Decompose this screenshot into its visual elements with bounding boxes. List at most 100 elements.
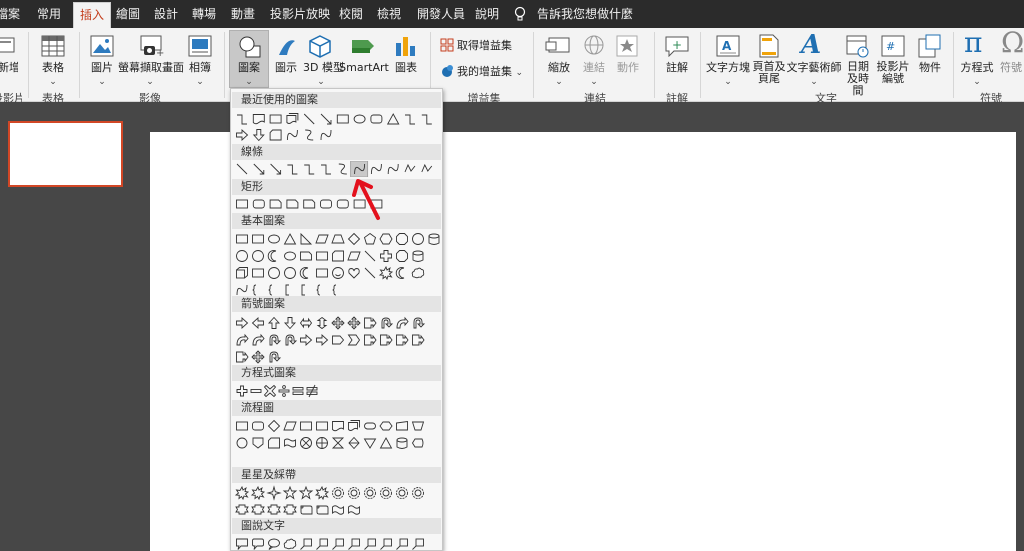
callarrow-shape[interactable] bbox=[380, 334, 393, 346]
get-addins-button[interactable]: 取得增益集 bbox=[457, 39, 512, 52]
lineCall-shape[interactable] bbox=[332, 538, 344, 550]
prep-shape[interactable] bbox=[379, 421, 393, 431]
card-shape[interactable] bbox=[268, 437, 280, 449]
rtri-shape[interactable] bbox=[300, 232, 313, 245]
star4-shape[interactable] bbox=[266, 485, 282, 501]
scroll-shape[interactable] bbox=[316, 505, 329, 515]
seal-shape[interactable] bbox=[332, 487, 344, 499]
cube-shape[interactable] bbox=[236, 267, 248, 279]
card-shape[interactable] bbox=[269, 129, 282, 141]
lineCall-shape[interactable] bbox=[316, 538, 328, 550]
arrR-shape[interactable] bbox=[236, 316, 249, 330]
lineCall-shape[interactable] bbox=[412, 538, 424, 550]
rrect-shape[interactable] bbox=[370, 114, 383, 124]
table-button[interactable]: 表格 ⌄ bbox=[36, 61, 70, 89]
rrect-shape[interactable] bbox=[252, 421, 264, 431]
smartart-button[interactable]: SmartArt bbox=[338, 61, 390, 74]
oct-shape[interactable] bbox=[396, 250, 408, 262]
pictures-button[interactable]: 圖片 ⌄ bbox=[84, 61, 120, 89]
header-footer-button[interactable]: 頁首及頁尾 bbox=[752, 61, 786, 85]
tab-insert[interactable]: 插入 bbox=[73, 2, 112, 28]
manual-shape[interactable] bbox=[396, 420, 408, 431]
action-button[interactable]: 動作 bbox=[612, 61, 644, 74]
curve-shape[interactable] bbox=[387, 163, 399, 175]
arrUD-shape[interactable] bbox=[316, 316, 328, 330]
snip-shape[interactable] bbox=[303, 199, 316, 209]
doc-shape[interactable] bbox=[252, 114, 265, 125]
elbow-shape[interactable] bbox=[237, 114, 247, 125]
link-button[interactable]: 連結 ⌄ bbox=[580, 61, 608, 89]
rect-shape[interactable] bbox=[252, 268, 264, 278]
rect-shape[interactable] bbox=[236, 421, 248, 431]
tab-home[interactable]: 常用 bbox=[37, 0, 61, 28]
rect-shape[interactable] bbox=[300, 421, 312, 431]
diamond-shape[interactable] bbox=[347, 232, 361, 246]
mop-shape[interactable] bbox=[411, 421, 425, 431]
rect-shape[interactable] bbox=[236, 234, 248, 244]
elbow-shape[interactable] bbox=[304, 164, 315, 175]
tape-shape[interactable] bbox=[284, 438, 296, 448]
brace-shape[interactable] bbox=[332, 284, 337, 296]
my-addins-button[interactable]: 我的增益集 ⌄ bbox=[457, 65, 523, 80]
rect-shape[interactable] bbox=[316, 268, 328, 278]
free-shape[interactable] bbox=[404, 163, 416, 173]
rect-shape[interactable] bbox=[353, 199, 366, 209]
rect-shape[interactable] bbox=[269, 114, 282, 124]
moon-shape[interactable] bbox=[395, 267, 405, 279]
symbol-button[interactable]: 符號 bbox=[998, 61, 1024, 74]
line-shape[interactable] bbox=[236, 163, 248, 175]
tab-draw[interactable]: 繪圖 bbox=[116, 0, 140, 28]
arrR-shape[interactable] bbox=[236, 128, 249, 142]
circle-shape[interactable] bbox=[412, 233, 424, 245]
ribbon-shape[interactable] bbox=[251, 504, 265, 515]
slide-number-button[interactable]: 投影片編號 bbox=[876, 61, 910, 85]
curvedR-shape[interactable] bbox=[236, 333, 249, 346]
burst-shape[interactable] bbox=[314, 485, 330, 501]
quad-shape[interactable] bbox=[347, 316, 361, 330]
circle-shape[interactable] bbox=[236, 250, 248, 262]
ribbon-shape[interactable] bbox=[267, 504, 281, 515]
album-button[interactable]: 相簿 ⌄ bbox=[184, 61, 216, 89]
rrect-shape[interactable] bbox=[320, 199, 332, 209]
scroll-shape[interactable] bbox=[300, 505, 313, 515]
seal-shape[interactable] bbox=[396, 487, 408, 499]
callarrow-shape[interactable] bbox=[364, 317, 377, 329]
arrow-shape[interactable] bbox=[253, 163, 265, 175]
smiley-shape[interactable] bbox=[332, 267, 344, 279]
rect-shape[interactable] bbox=[236, 199, 248, 209]
wave-shape[interactable] bbox=[348, 505, 360, 515]
burst-shape[interactable] bbox=[378, 265, 394, 281]
curvedR-shape[interactable] bbox=[252, 333, 265, 346]
callov-shape[interactable] bbox=[268, 538, 280, 550]
cloud-shape[interactable] bbox=[411, 267, 425, 279]
cloud-shape[interactable] bbox=[283, 538, 297, 550]
plus-shape[interactable] bbox=[236, 385, 248, 397]
diamond-shape[interactable] bbox=[267, 419, 281, 433]
rrect-shape[interactable] bbox=[252, 199, 265, 209]
ellipse-shape[interactable] bbox=[284, 251, 296, 261]
display-shape[interactable] bbox=[411, 438, 424, 448]
icons-button[interactable]: 圖示 bbox=[274, 61, 298, 74]
chart-button[interactable]: 圖表 bbox=[392, 61, 420, 74]
oct-shape[interactable] bbox=[396, 233, 408, 245]
can-shape[interactable] bbox=[412, 250, 424, 262]
sort-shape[interactable] bbox=[348, 436, 360, 450]
burst-shape[interactable] bbox=[235, 485, 250, 501]
quad-shape[interactable] bbox=[331, 316, 345, 330]
wordart-button[interactable]: 文字藝術師 ⌄ bbox=[786, 61, 842, 89]
arrow-shape[interactable] bbox=[270, 163, 282, 175]
doc-shape[interactable] bbox=[332, 421, 344, 432]
comment-button[interactable]: 註解 bbox=[662, 61, 692, 74]
line-shape[interactable] bbox=[364, 267, 376, 279]
star-shape[interactable] bbox=[298, 485, 314, 500]
equal-shape[interactable] bbox=[292, 387, 304, 395]
ribbon-shape[interactable] bbox=[283, 504, 297, 515]
chevron-shape[interactable] bbox=[347, 334, 361, 346]
can-shape[interactable] bbox=[396, 437, 408, 449]
brace-shape[interactable] bbox=[252, 284, 257, 296]
scurve-shape[interactable] bbox=[305, 129, 314, 141]
conn-shape[interactable] bbox=[236, 437, 248, 449]
tri-shape[interactable] bbox=[379, 437, 393, 449]
tab-design[interactable]: 設計 bbox=[154, 0, 178, 28]
uturn-shape[interactable] bbox=[269, 351, 282, 363]
